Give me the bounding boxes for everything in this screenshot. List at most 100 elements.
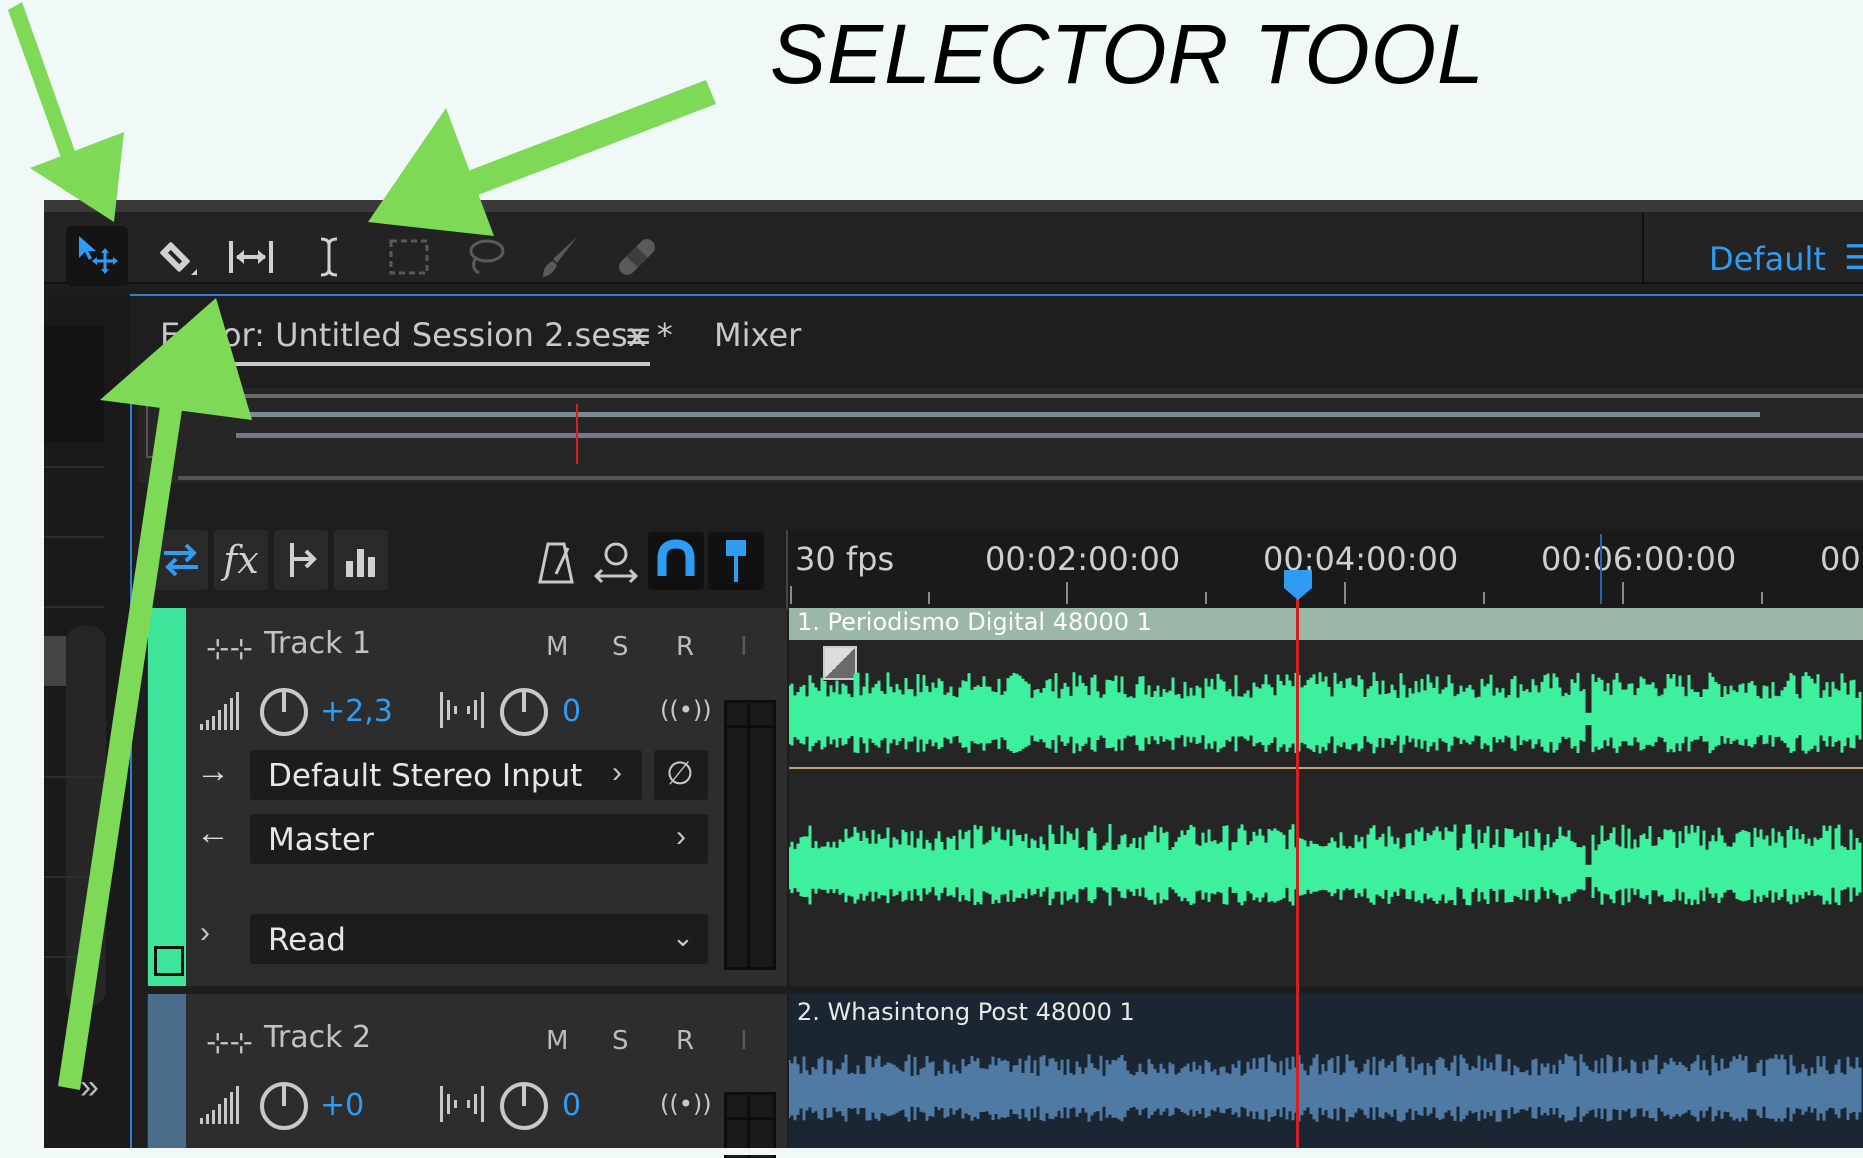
ruler-tick <box>928 592 930 604</box>
overview-navigator[interactable] <box>138 388 1863 483</box>
waveform-path <box>789 672 1862 754</box>
track-2-solo-button[interactable]: S <box>612 1026 629 1056</box>
left-panel-scrollbar[interactable] <box>66 626 106 1006</box>
playhead-handle[interactable] <box>1282 568 1314 607</box>
track-2-name[interactable]: Track 2 <box>264 1020 371 1055</box>
slip-arrows-icon <box>229 241 273 273</box>
input-output-toggle[interactable] <box>154 530 208 590</box>
move-tool-button[interactable] <box>66 226 128 286</box>
ruler-time-label: 00:06:00:00 <box>1541 540 1737 578</box>
mixer-tab[interactable]: Mixer <box>714 316 801 354</box>
spot-healing-tool-button[interactable] <box>610 230 664 284</box>
output-arrow-icon: ← <box>196 814 230 852</box>
ruler-tick <box>1344 582 1346 604</box>
overview-line <box>236 412 1760 417</box>
ruler-tick <box>1205 592 1207 604</box>
brush-icon <box>543 237 577 277</box>
i-beam-icon <box>320 237 338 277</box>
pin-marker-icon <box>726 540 746 582</box>
track-1-pan-knob[interactable] <box>498 686 550 743</box>
swap-arrows-icon <box>164 543 198 577</box>
track-1-name[interactable]: Track 1 <box>264 626 371 661</box>
track-1-volume-value[interactable]: +2,3 <box>320 694 393 729</box>
ruler-time-label: 00:02:00:00 <box>985 540 1181 578</box>
toolbar-divider <box>1642 212 1644 282</box>
track-2-mute-button[interactable]: M <box>546 1026 568 1056</box>
volume-icon <box>198 1084 242 1129</box>
eq-toggle[interactable] <box>334 530 388 590</box>
lasso-icon <box>469 239 505 275</box>
track-2-pan-value[interactable]: 0 <box>562 1088 581 1123</box>
annotation-arrow-shaft <box>460 80 716 198</box>
overview-line <box>138 394 1863 398</box>
stereo-broadcast-icon[interactable]: ((•)) <box>660 1090 712 1118</box>
time-selection-tool-button[interactable] <box>302 230 356 284</box>
volume-icon <box>198 690 242 735</box>
fx-icon: fx <box>223 538 259 582</box>
workspace-menu-icon[interactable]: ☰ <box>1844 238 1863 278</box>
clip-1-waveform <box>789 672 1863 906</box>
annotation-arrow-shaft <box>8 2 78 166</box>
editor-tab[interactable]: Editor: Untitled Session 2.sesx * <box>160 316 673 354</box>
marquee-selection-tool-button[interactable] <box>382 230 436 284</box>
metronome-button[interactable] <box>534 538 578 591</box>
bandage-icon <box>619 239 655 275</box>
chevron-right-icon: › <box>676 820 686 853</box>
effects-toggle[interactable]: fx <box>214 530 268 590</box>
razor-blade-icon <box>160 242 197 275</box>
left-panel-scroll-thumb[interactable] <box>44 636 66 686</box>
track-2-volume-value[interactable]: +0 <box>320 1088 364 1123</box>
track-1-output-label: Master <box>268 822 374 858</box>
page-bottom-strip <box>0 1148 1863 1155</box>
ruler-tick <box>790 586 792 604</box>
time-stretch-button[interactable] <box>592 538 640 591</box>
editor-tab-menu-icon[interactable]: ≡ <box>624 316 653 356</box>
track-1-record-button[interactable]: R <box>676 632 694 662</box>
metronome-icon <box>538 542 574 584</box>
track-2-pan-knob[interactable] <box>498 1080 550 1137</box>
knob-icon <box>500 1082 548 1130</box>
workspace-default-button[interactable]: Default <box>1709 240 1826 278</box>
overview-handle[interactable] <box>146 394 160 458</box>
automation-expand-chevron-icon[interactable]: › <box>200 916 210 950</box>
stereo-broadcast-icon[interactable]: ((•)) <box>660 696 712 724</box>
sends-icon <box>290 543 317 577</box>
track-1-color-bar[interactable] <box>148 608 186 986</box>
snapping-button[interactable] <box>648 532 704 590</box>
track-1-input-monitor-button[interactable]: I <box>740 632 748 662</box>
chevron-down-icon: ⌄ <box>672 922 694 952</box>
eq-bars-icon <box>346 549 375 577</box>
track-2-volume-knob[interactable] <box>258 1080 310 1137</box>
overview-playhead <box>576 404 578 464</box>
overview-line <box>178 476 1863 480</box>
waveform-track-icon: ⊹⊹ <box>206 1027 253 1058</box>
marker-snap-button[interactable] <box>708 532 764 590</box>
brush-selection-tool-button[interactable] <box>532 230 586 284</box>
sends-toggle[interactable] <box>274 530 328 590</box>
expand-panel-icon[interactable]: » <box>80 1068 99 1107</box>
track-1-volume-knob[interactable] <box>258 686 310 743</box>
track-2-header[interactable] <box>147 994 787 1155</box>
waveform-track-icon: ⊹⊹ <box>206 633 253 664</box>
track-1-input-label: Default Stereo Input <box>268 758 583 794</box>
track-1-select-checkbox[interactable] <box>154 946 184 976</box>
clip-2-title: 2. Whasintong Post 48000 1 <box>797 998 1135 1026</box>
move-selection-icon <box>79 236 118 274</box>
track-2-record-button[interactable]: R <box>676 1026 694 1056</box>
track-1-pan-value[interactable]: 0 <box>562 694 581 729</box>
ruler-tick <box>1622 582 1624 604</box>
track-1-solo-button[interactable]: S <box>612 632 629 662</box>
slip-tool-button[interactable] <box>224 230 278 284</box>
playhead-line[interactable] <box>1296 592 1299 1155</box>
waveform-path <box>789 1054 1862 1122</box>
track-1-mute-button[interactable]: M <box>546 632 568 662</box>
lasso-selection-tool-button[interactable] <box>458 230 512 284</box>
knob-icon <box>260 1082 308 1130</box>
left-panel-field <box>44 326 104 442</box>
razor-tool-button[interactable] <box>148 230 202 284</box>
track-2-color-bar[interactable] <box>148 994 186 1155</box>
annotation-title: SELECTOR TOOL <box>770 7 1485 101</box>
track-1-level-meter <box>724 700 776 970</box>
track-2-input-monitor-button[interactable]: I <box>740 1026 748 1056</box>
ruler-tick <box>1066 582 1068 604</box>
